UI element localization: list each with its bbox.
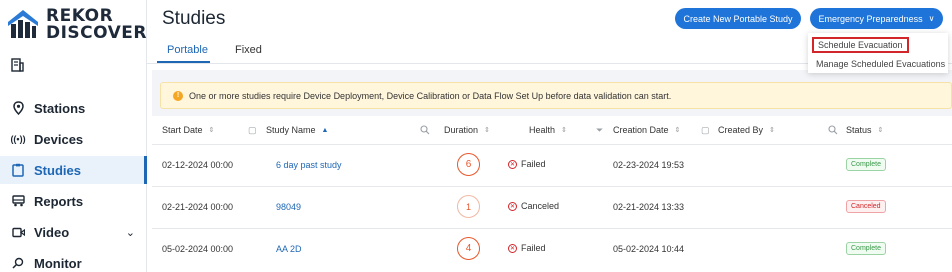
duration-badge: 1 [457, 195, 480, 218]
calendar-filter-icon[interactable]: ▢ [248, 125, 257, 136]
sort-icon[interactable]: ⇕ [769, 126, 775, 134]
column-header-duration[interactable]: Duration ⇕ [444, 125, 490, 135]
sidebar-item-stations[interactable]: Stations [0, 94, 147, 122]
health-label: Failed [521, 159, 546, 169]
create-new-portable-study-button[interactable]: Create New Portable Study [675, 8, 801, 29]
health-status: ✕ Failed [508, 159, 546, 169]
study-name-link[interactable]: 6 day past study [276, 160, 342, 170]
sort-icon[interactable]: ⇕ [878, 126, 884, 134]
column-header-study-name[interactable]: Study Name ▲ [266, 125, 328, 135]
column-label: Study Name [266, 125, 316, 135]
broadcast-icon: ((•)) [10, 134, 26, 144]
warning-banner: ! One or more studies require Device Dep… [160, 82, 952, 109]
column-label: Start Date [162, 125, 203, 135]
sidebar: REKOR DISCOVER Stations ((•)) Devices St… [0, 0, 147, 272]
menu-item-schedule-evacuation[interactable]: Schedule Evacuation [812, 37, 909, 53]
video-camera-icon [11, 225, 25, 239]
column-header-health[interactable]: Health ⇕ [529, 125, 567, 135]
canceled-icon: ✕ [508, 201, 517, 211]
sort-icon[interactable]: ⇕ [561, 126, 567, 134]
sidebar-item-devices[interactable]: ((•)) Devices [0, 125, 147, 153]
sidebar-item-studies[interactable]: Studies [0, 156, 147, 184]
study-name-link[interactable]: AA 2D [276, 244, 302, 254]
warning-text: One or more studies require Device Deplo… [189, 90, 672, 101]
building-icon[interactable] [11, 58, 24, 77]
sidebar-item-video[interactable]: Video ⌄ [0, 218, 147, 246]
duration-badge: 6 [457, 153, 480, 176]
failed-icon: ✕ [508, 159, 517, 169]
creation-date-cell: 05-02-2024 10:44 [613, 244, 685, 254]
header-divider [152, 144, 952, 145]
chevron-down-icon[interactable]: ⌄ [126, 226, 135, 239]
sidebar-item-label: Monitor [34, 255, 82, 271]
search-filter-icon[interactable] [828, 125, 838, 137]
creation-date-cell: 02-23-2024 19:53 [613, 160, 685, 170]
row-divider [152, 186, 952, 187]
duration-badge: 4 [457, 237, 480, 260]
sidebar-item-label: Studies [34, 162, 81, 178]
creation-date-cell: 02-21-2024 13:33 [613, 202, 685, 212]
status-badge: Complete [846, 158, 886, 171]
study-name-link[interactable]: 98049 [276, 202, 301, 212]
column-label: Status [846, 125, 872, 135]
rekor-discover-logo[interactable]: REKOR DISCOVER [8, 6, 147, 44]
row-divider [152, 228, 952, 229]
column-header-status[interactable]: Status ⇕ [846, 125, 883, 135]
calendar-filter-icon[interactable]: ▢ [701, 125, 710, 136]
column-label: Duration [444, 125, 479, 135]
health-status: ✕ Canceled [508, 201, 559, 211]
failed-icon: ✕ [508, 243, 517, 253]
column-label: Health [529, 125, 556, 135]
column-label: Creation Date [613, 125, 669, 135]
emergency-preparedness-button[interactable]: Emergency Preparedness ∨ [810, 8, 943, 29]
emergency-preparedness-label: Emergency Preparedness [818, 13, 923, 24]
clipboard-icon [11, 163, 25, 177]
sidebar-item-label: Devices [34, 131, 84, 147]
health-status: ✕ Failed [508, 243, 546, 253]
tab-portable[interactable]: Portable [167, 44, 208, 56]
sort-ascending-icon[interactable]: ▲ [322, 127, 329, 134]
sidebar-item-monitor[interactable]: Monitor [0, 249, 147, 272]
sort-icon[interactable]: ⇕ [675, 126, 681, 134]
sort-icon[interactable]: ⇕ [484, 126, 490, 134]
health-label: Failed [521, 243, 546, 253]
tab-fixed[interactable]: Fixed [235, 44, 262, 56]
column-label: Created By [718, 125, 764, 135]
column-header-created-by[interactable]: Created By ⇕ [718, 125, 775, 135]
warning-icon: ! [173, 90, 183, 101]
column-header-creation-date[interactable]: Creation Date ⇕ [613, 125, 680, 135]
sort-icon[interactable]: ⇕ [209, 126, 215, 134]
search-filter-icon[interactable] [420, 125, 430, 137]
rekor-logo-icon [8, 10, 38, 38]
status-badge: Canceled [846, 200, 886, 213]
start-date-cell: 02-12-2024 00:00 [162, 160, 234, 170]
sidebar-item-label: Reports [34, 193, 84, 209]
emergency-preparedness-menu: Schedule Evacuation Manage Scheduled Eva… [808, 33, 948, 73]
sidebar-item-reports[interactable]: Reports [0, 187, 147, 215]
brand-line-2: DISCOVER [46, 23, 148, 43]
health-label: Canceled [521, 201, 560, 211]
truck-icon [11, 194, 25, 208]
start-date-cell: 02-21-2024 00:00 [162, 202, 234, 212]
start-date-cell: 05-02-2024 00:00 [162, 244, 234, 254]
sidebar-item-label: Video [34, 224, 70, 240]
location-pin-icon [11, 101, 25, 115]
magnify-icon [11, 256, 25, 270]
menu-item-manage-scheduled-evacuations[interactable]: Manage Scheduled Evacuations [816, 59, 945, 69]
sidebar-item-label: Stations [34, 100, 86, 116]
filter-funnel-icon[interactable]: ⏷ [596, 125, 603, 136]
studies-table: Start Date ⇕ ▢ Study Name ▲ Duration ⇕ H… [152, 116, 952, 272]
column-header-start-date[interactable]: Start Date ⇕ [162, 125, 214, 135]
chevron-down-icon: ∨ [928, 14, 935, 23]
page-title: Studies [162, 8, 226, 29]
status-badge: Complete [846, 242, 886, 255]
